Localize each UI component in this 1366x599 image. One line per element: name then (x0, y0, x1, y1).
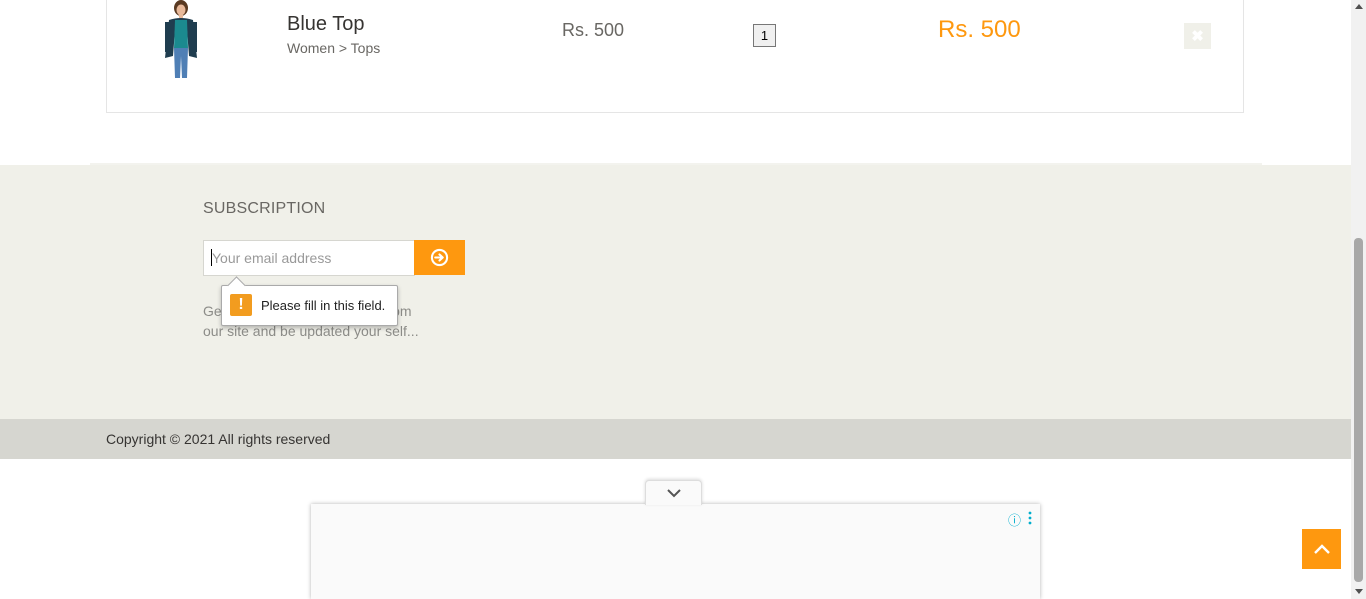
text-caret (211, 249, 212, 266)
subscription-email-input[interactable] (203, 240, 415, 276)
cart-total-price: Rs. 500 (938, 16, 1021, 43)
warning-icon: ! (230, 294, 252, 316)
close-icon: ✖ (1191, 28, 1204, 45)
ad-collapse-tab[interactable] (645, 480, 702, 505)
quantity-value: 1 (753, 24, 776, 47)
chevron-up-icon (1313, 544, 1330, 554)
info-icon[interactable]: ⓘ (1008, 510, 1021, 529)
product-name-link[interactable]: Blue Top (287, 13, 364, 36)
tooltip-message: Please fill in this field. (261, 298, 386, 313)
subscription-title: SUBSCRIPTION (203, 200, 326, 217)
product-price: Rs. 500 (562, 20, 625, 40)
footer-bottom: Copyright © 2021 All rights reserved (0, 419, 1351, 459)
product-category: Women > Tops (287, 40, 381, 56)
kebab-menu-icon[interactable] (1027, 511, 1033, 525)
validation-tooltip: ! Please fill in this field. (221, 276, 398, 326)
ad-banner[interactable] (311, 504, 1040, 599)
scroll-to-top-button[interactable] (1302, 529, 1341, 569)
page: Blue Top Women > Tops Rs. 500 1 Rs. 500 … (0, 0, 1351, 599)
chevron-down-icon (666, 489, 681, 498)
cart-row (106, 0, 1244, 113)
product-image[interactable] (145, 0, 213, 78)
vertical-scrollbar[interactable] (1351, 0, 1366, 599)
copyright-text: Copyright © 2021 All rights reserved (106, 431, 331, 447)
subscribe-button[interactable] (414, 240, 465, 275)
delete-item-button[interactable]: ✖ (1184, 23, 1211, 49)
arrow-circle-right-icon (430, 248, 449, 267)
scrollbar-thumb[interactable] (1354, 238, 1363, 582)
scroll-down-arrow-icon[interactable] (1355, 589, 1363, 594)
scroll-up-arrow-icon[interactable] (1355, 4, 1363, 9)
